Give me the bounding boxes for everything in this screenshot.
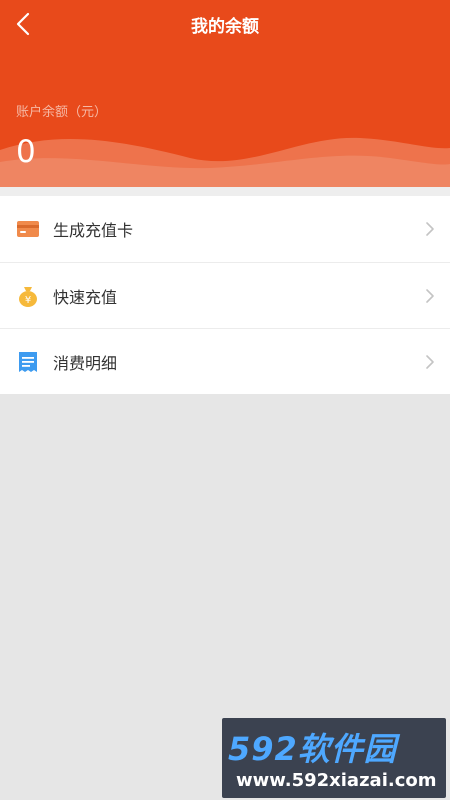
header: 我的余额 账户余额（元） 0 — [0, 0, 450, 187]
watermark-brand: 592软件园 — [228, 730, 397, 768]
svg-text:¥: ¥ — [25, 295, 31, 306]
section-divider — [0, 187, 450, 196]
page-title: 我的余额 — [191, 17, 259, 37]
money-bag-icon: ¥ — [19, 286, 37, 307]
menu-item-label: 快速充值 — [53, 287, 118, 307]
menu-item-quick-recharge[interactable]: ¥ 快速充值 — [0, 262, 450, 328]
balance-value: 0 — [16, 134, 36, 170]
card-icon — [17, 221, 39, 237]
chevron-right-icon — [426, 222, 434, 236]
menu-item-label: 生成充值卡 — [53, 221, 134, 240]
menu-item-spending-details[interactable]: 消费明细 — [0, 328, 450, 394]
watermark: 592软件园 www.592xiazai.com — [222, 718, 446, 798]
watermark-url: www.592xiazai.com — [236, 770, 437, 791]
menu-list: 生成充值卡 ¥ 快速充值 消费明细 — [0, 196, 450, 394]
receipt-icon — [19, 351, 37, 372]
chevron-right-icon — [426, 354, 434, 369]
menu-item-label: 消费明细 — [53, 353, 118, 373]
balance-label: 账户余额（元） — [16, 105, 108, 120]
chevron-right-icon — [426, 288, 434, 303]
menu-item-generate-card[interactable]: 生成充值卡 — [0, 196, 450, 262]
